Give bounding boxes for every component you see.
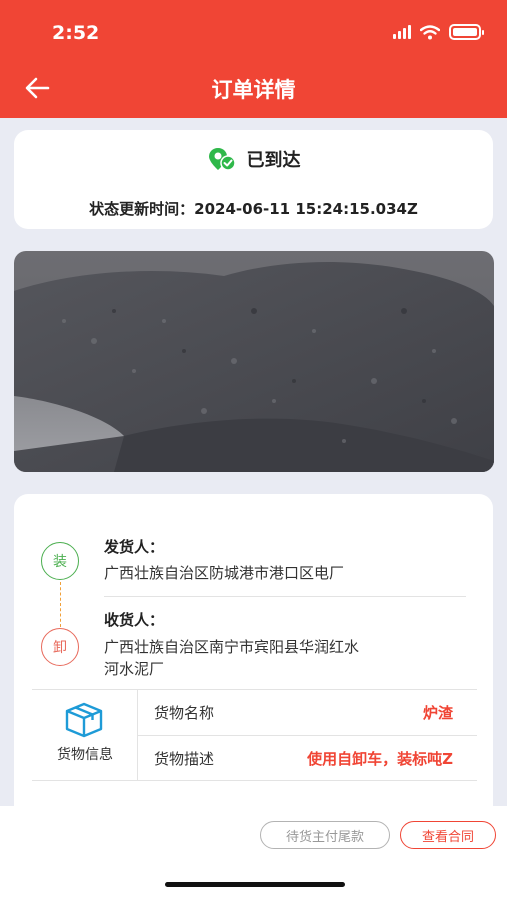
status-icons bbox=[393, 24, 484, 40]
view-contract-button[interactable]: 查看合同 bbox=[400, 821, 496, 849]
home-indicator bbox=[165, 882, 345, 887]
goods-info-label: 货物信息 bbox=[57, 747, 113, 763]
goods-row-description: 货物描述 使用自卸车，装标吨Z bbox=[138, 735, 477, 780]
receiver-address-line1: 广西壮族自治区南宁市宾阳县华润红水 bbox=[104, 638, 360, 656]
status-row: 已到达 bbox=[14, 146, 493, 172]
status-update-row: 状态更新时间：2024-06-11 15:24:15.034Z bbox=[14, 198, 493, 219]
load-badge: 装 bbox=[41, 542, 79, 580]
unload-badge: 卸 bbox=[41, 628, 79, 666]
goods-key: 货物描述 bbox=[154, 750, 215, 768]
shipper-label: 发货人： bbox=[104, 538, 165, 556]
status-update-label: 状态更新时间： bbox=[89, 200, 195, 218]
pending-payment-button[interactable]: 待货主付尾款 bbox=[260, 821, 390, 849]
box-icon bbox=[65, 702, 103, 738]
page-title: 订单详情 bbox=[211, 78, 296, 102]
wifi-icon bbox=[420, 24, 440, 39]
cargo-photo bbox=[14, 251, 494, 472]
route-divider bbox=[104, 596, 466, 597]
header-bar: 2:52 订单详情 bbox=[0, 0, 507, 118]
status-time: 2:52 bbox=[52, 22, 100, 44]
goods-row-name: 货物名称 炉渣 bbox=[138, 690, 477, 735]
location-check-icon bbox=[208, 148, 236, 171]
goods-key: 货物名称 bbox=[154, 704, 215, 722]
receiver-label: 收货人： bbox=[104, 611, 165, 629]
route-connector bbox=[60, 582, 61, 627]
battery-icon bbox=[449, 24, 484, 40]
goods-info-header: 货物信息 bbox=[32, 690, 138, 780]
signal-icon bbox=[393, 25, 411, 39]
receiver-address-line2: 河水泥厂 bbox=[104, 660, 165, 678]
order-info-card: 装 卸 发货人： 广西壮族自治区防城港市港口区电厂 收货人： 广西壮族自治区南宁… bbox=[14, 494, 493, 814]
goods-value: 使用自卸车，装标吨Z bbox=[307, 750, 453, 768]
goods-info-table: 货物信息 货物名称 炉渣 货物描述 使用自卸车，装标吨Z bbox=[32, 689, 477, 781]
status-update-time: 2024-06-11 15:24:15.034Z bbox=[194, 200, 418, 218]
status-label: 已到达 bbox=[246, 150, 301, 171]
goods-value: 炉渣 bbox=[422, 704, 453, 722]
status-card: 已到达 状态更新时间：2024-06-11 15:24:15.034Z bbox=[14, 130, 493, 229]
bottom-action-bar: 待货主付尾款 查看合同 bbox=[0, 806, 507, 900]
shipper-address: 广西壮族自治区防城港市港口区电厂 bbox=[104, 564, 345, 582]
